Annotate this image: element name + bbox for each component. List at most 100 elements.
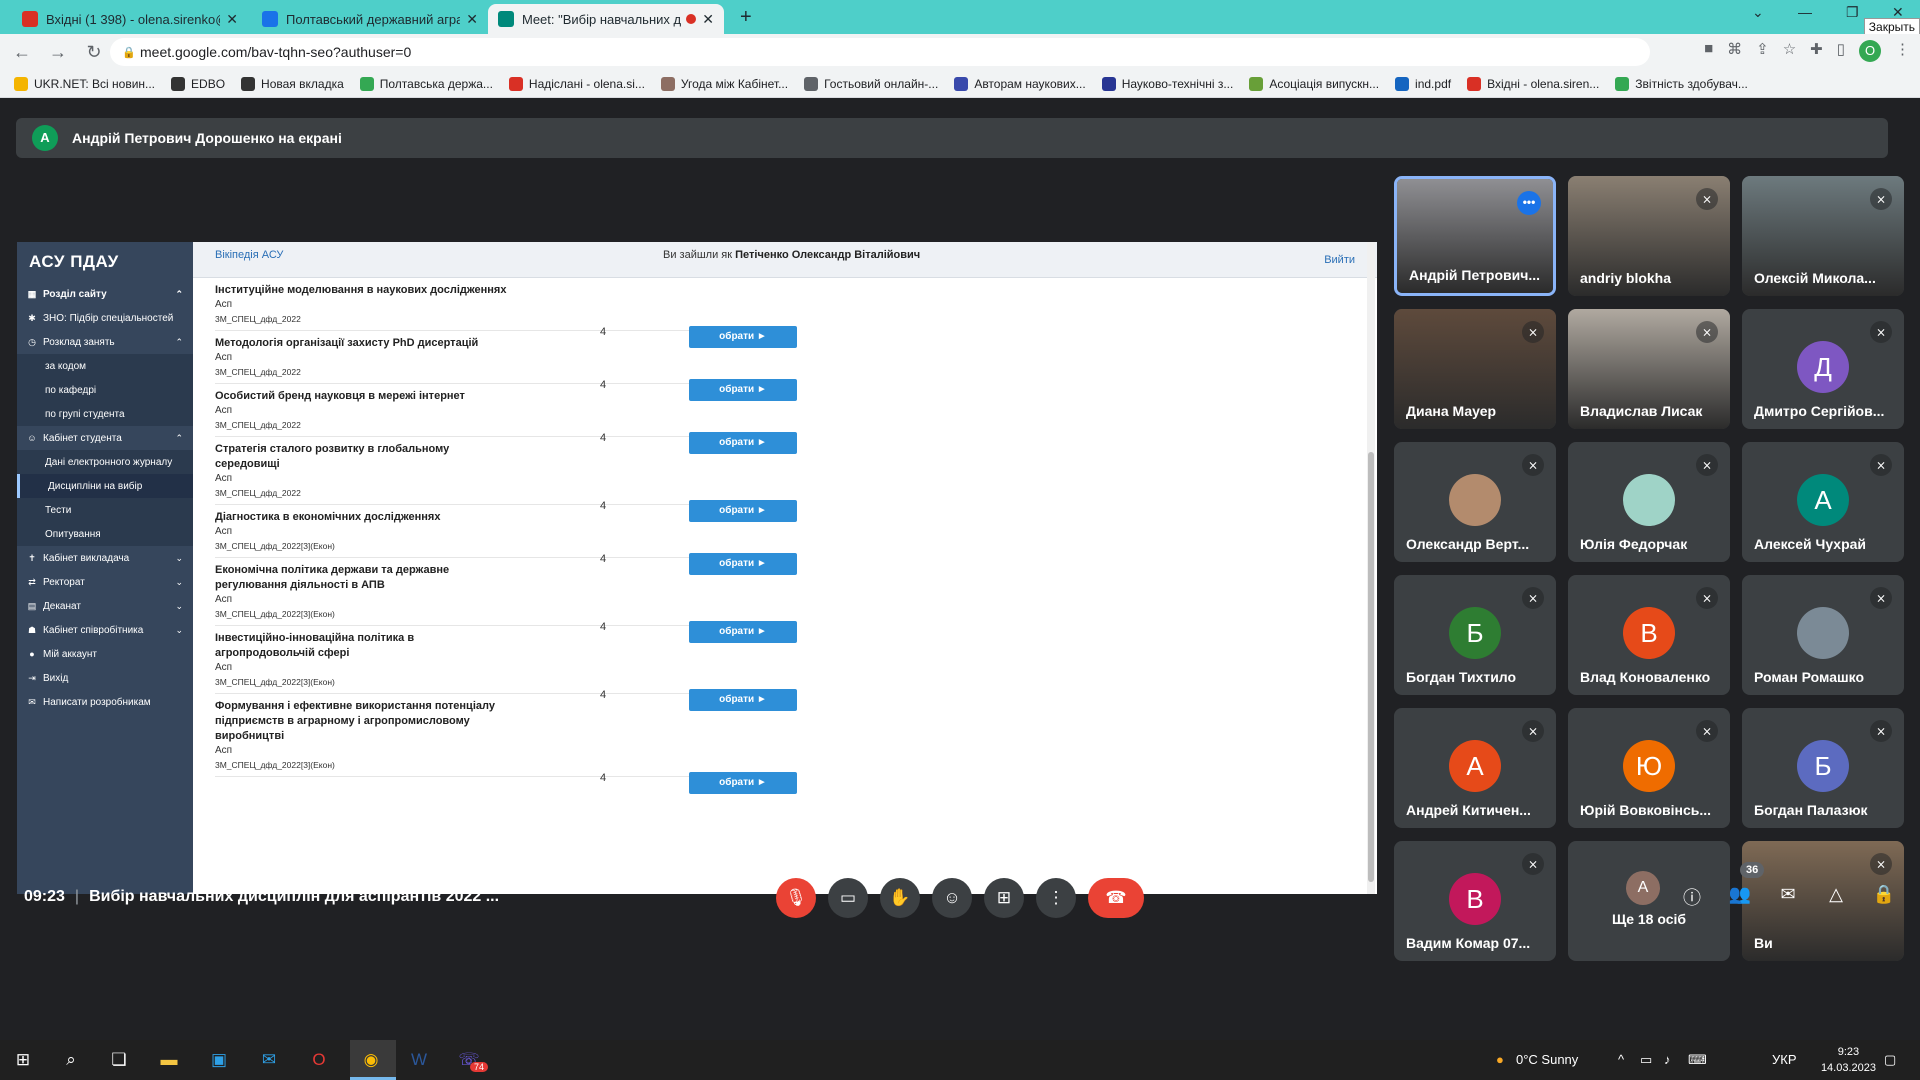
browser-tab-meet[interactable]: Meet: "Вибір навчальних ди ✕ [488, 4, 724, 34]
bookmark-item[interactable]: ind.pdf [1395, 76, 1451, 91]
bookmark-item[interactable]: Угода між Кабінет... [660, 76, 788, 91]
participant-tile[interactable]: Диана Мауер ⨯ [1394, 309, 1556, 429]
participant-tile[interactable]: Владислав Лисак ⨯ [1568, 309, 1730, 429]
bookmark-item[interactable]: Науково-технічні з... [1101, 76, 1233, 91]
asu-sidebar-item[interactable]: Тести [17, 498, 193, 522]
people-icon[interactable]: 👥 [1726, 884, 1754, 905]
asu-sidebar-item[interactable]: ✝ Кабінет викладача ⌄ [17, 546, 193, 570]
participant-tile[interactable]: Андрій Петрович... ••• [1394, 176, 1556, 296]
forward-icon[interactable]: → [44, 42, 72, 63]
participant-tile[interactable]: Юлія Федорчак ⨯ [1568, 442, 1730, 562]
page-scrollbar[interactable] [1367, 242, 1375, 894]
notifications-icon[interactable]: ▢ [1884, 1052, 1896, 1068]
tab-search-icon[interactable]: ⌄ [1752, 4, 1764, 21]
translate-icon[interactable]: ⌘ [1727, 40, 1742, 62]
asu-sidebar-item[interactable]: ▤ Деканат ⌄ [17, 594, 193, 618]
scrollbar-thumb[interactable] [1368, 452, 1374, 882]
browser-tab-pdau[interactable]: Полтавський державний аграр ✕ [252, 4, 488, 34]
network-icon[interactable]: ▭ [1640, 1052, 1652, 1068]
bookmark-item[interactable]: Гостьовий онлайн-... [804, 76, 938, 91]
asu-sidebar-item[interactable]: Дисципліни на вибір [17, 474, 193, 498]
participant-tile[interactable]: andriy blokha ⨯ [1568, 176, 1730, 296]
browser-tab-gmail[interactable]: Вхідні (1 398) - olena.sirenko@p ✕ [12, 4, 248, 34]
camera-button[interactable]: ▭ [828, 878, 868, 918]
side-panel-icon[interactable]: ▯ [1837, 40, 1845, 62]
close-tab-icon[interactable]: ✕ [226, 11, 238, 28]
asu-sidebar-item[interactable]: ◷ Розклад занять ⌃ [17, 330, 193, 354]
participant-tile[interactable]: Д Дмитро Сергійов... ⨯ [1742, 309, 1904, 429]
address-bar[interactable]: 🔒 meet.google.com/bav-tqhn-seo?authuser=… [110, 38, 1650, 66]
bookmark-star-icon[interactable]: ☆ [1783, 40, 1796, 62]
tray-chevron-icon[interactable]: ^ [1618, 1052, 1624, 1067]
asu-sidebar-item[interactable]: Опитування [17, 522, 193, 546]
new-tab-icon[interactable]: + [740, 6, 752, 29]
camera-icon[interactable]: ■ [1704, 40, 1713, 62]
bookmark-item[interactable]: Надіслані - olena.si... [508, 76, 645, 91]
bookmark-item[interactable]: Вхідні - olena.siren... [1467, 76, 1599, 91]
extensions-icon[interactable]: ✚ [1810, 40, 1823, 62]
mic-off-button[interactable]: 🎙 [776, 878, 816, 918]
raise-hand-button[interactable]: ✋ [880, 878, 920, 918]
profile-avatar[interactable]: O [1859, 40, 1881, 62]
close-tab-icon[interactable]: ✕ [466, 11, 478, 28]
keyboard-icon[interactable]: ⌨ [1688, 1052, 1707, 1068]
participant-tile[interactable]: А Алексей Чухрай ⨯ [1742, 442, 1904, 562]
restore-icon[interactable]: ❐ [1846, 4, 1859, 21]
minimize-icon[interactable]: — [1798, 4, 1812, 20]
choose-button[interactable]: обрати ► [689, 772, 797, 794]
more-options-button[interactable]: ⋮ [1036, 878, 1076, 918]
asu-sidebar-item[interactable]: за кодом [17, 354, 193, 378]
asu-sidebar-item[interactable]: ● Мій аккаунт [17, 642, 193, 666]
participant-tile[interactable]: Ю Юрій Вовковінсь... ⨯ [1568, 708, 1730, 828]
volume-icon[interactable]: ♪ [1664, 1052, 1671, 1067]
participant-tile[interactable]: Б Богдан Тихтило ⨯ [1394, 575, 1556, 695]
chrome-icon[interactable]: ◉ [358, 1048, 384, 1072]
leave-call-button[interactable]: ☎ [1088, 878, 1144, 918]
bookmark-item[interactable]: UKR.NET: Всі новин... [14, 76, 155, 91]
asu-sidebar-item[interactable]: ☺ Кабінет студента ⌃ [17, 426, 193, 450]
participant-tile[interactable]: Олександр Верт... ⨯ [1394, 442, 1556, 562]
asu-sidebar-item[interactable]: ☗ Кабінет співробітника ⌄ [17, 618, 193, 642]
asu-sidebar-item[interactable]: ✱ ЗНО: Підбір спеціальностей [17, 306, 193, 330]
activities-icon[interactable]: △ [1822, 884, 1850, 905]
participant-tile[interactable]: Олексій Микола... ⨯ [1742, 176, 1904, 296]
asu-sidebar-item[interactable]: ⇥ Вихід [17, 666, 193, 690]
language-indicator[interactable]: УКР [1772, 1052, 1797, 1067]
close-tab-icon[interactable]: ✕ [702, 11, 714, 28]
info-icon[interactable]: ⓘ [1678, 884, 1706, 910]
store-icon[interactable]: ▣ [206, 1048, 232, 1072]
windows-start-icon[interactable]: ⊞ [10, 1048, 36, 1072]
asu-sidebar-item[interactable]: Дані електронного журналу [17, 450, 193, 474]
participant-tile[interactable]: Б Богдан Палазюк ⨯ [1742, 708, 1904, 828]
wiki-link[interactable]: Вікіпедія АСУ [215, 249, 283, 261]
menu-icon[interactable]: ⋮ [1895, 40, 1910, 62]
bookmark-item[interactable]: Новая вкладка [241, 76, 344, 91]
back-icon[interactable]: ← [8, 42, 36, 63]
asu-sidebar-item[interactable]: ⇄ Ректорат ⌄ [17, 570, 193, 594]
reactions-button[interactable]: ☺ [932, 878, 972, 918]
asu-sidebar-item[interactable]: по групі студента [17, 402, 193, 426]
bookmark-item[interactable]: Асоціація випускн... [1249, 76, 1379, 91]
participant-tile[interactable]: А Андрей Китичен... ⨯ [1394, 708, 1556, 828]
bookmark-item[interactable]: Полтавська держа... [359, 76, 493, 91]
word-icon[interactable]: W [406, 1048, 432, 1072]
task-view-icon[interactable]: ❏ [106, 1048, 132, 1072]
opera-icon[interactable]: O [306, 1048, 332, 1072]
system-clock[interactable]: 9:23 14.03.2023 [1821, 1044, 1876, 1076]
bookmark-item[interactable]: Авторам наукових... [954, 76, 1086, 91]
share-icon[interactable]: ⇪ [1756, 40, 1769, 62]
weather-text[interactable]: 0°C Sunny [1516, 1052, 1578, 1067]
asu-sidebar-item[interactable]: ✉ Написати розробникам [17, 690, 193, 714]
participant-tile[interactable]: В Влад Коноваленко ⨯ [1568, 575, 1730, 695]
present-button[interactable]: ⊞ [984, 878, 1024, 918]
more-options-icon[interactable]: ••• [1517, 191, 1541, 215]
logout-link[interactable]: Вийти [1324, 254, 1355, 266]
file-explorer-icon[interactable]: ▬ [156, 1048, 182, 1072]
bookmark-item[interactable]: EDBO [171, 76, 225, 91]
asu-sidebar-item[interactable]: ▦ Розділ сайту ⌃ [17, 282, 193, 306]
mail-icon[interactable]: ✉ [256, 1048, 282, 1072]
reload-icon[interactable]: ↻ [80, 42, 108, 63]
asu-sidebar-item[interactable]: по кафедрі [17, 378, 193, 402]
bookmark-item[interactable]: Звітність здобувач... [1615, 76, 1748, 91]
participant-tile[interactable]: Роман Ромашко ⨯ [1742, 575, 1904, 695]
